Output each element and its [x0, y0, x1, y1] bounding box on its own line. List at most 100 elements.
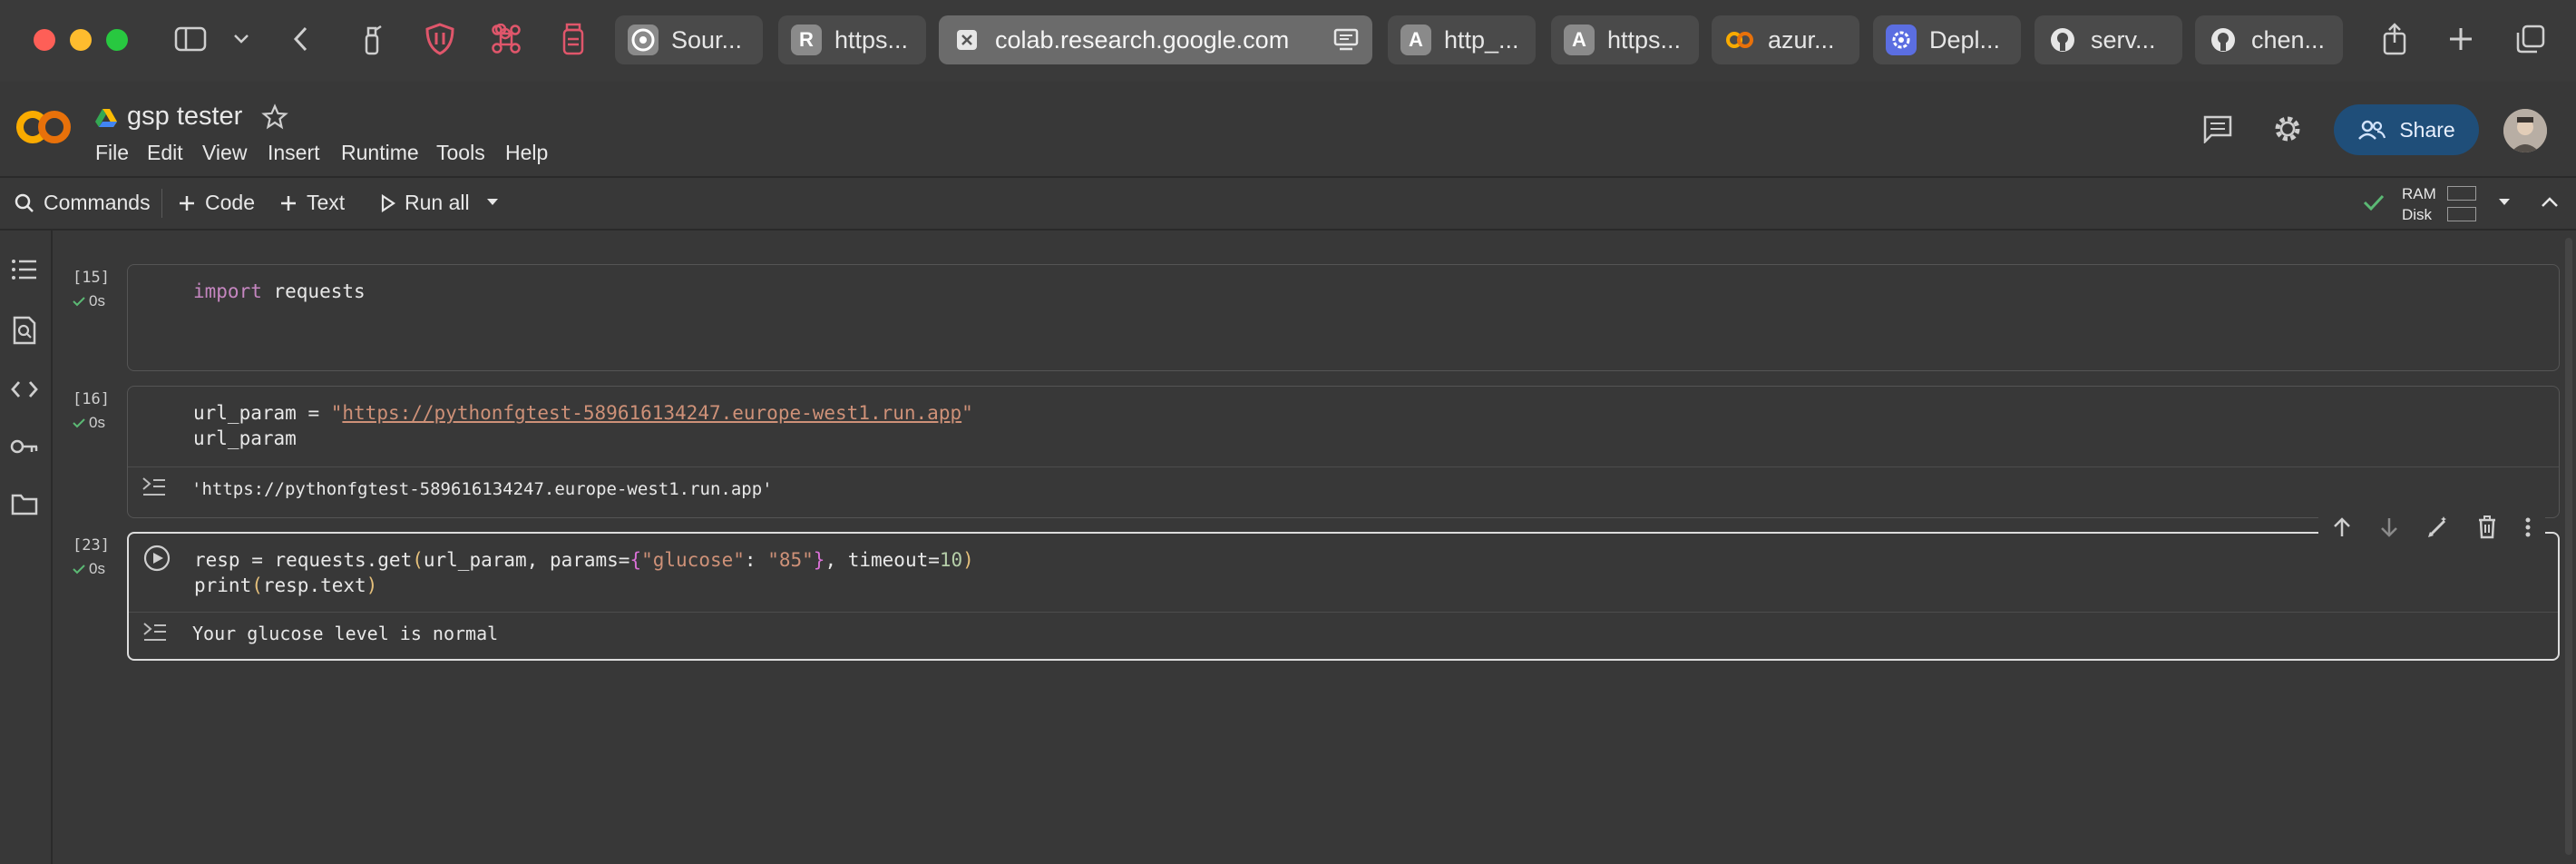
secrets-key-icon[interactable]	[7, 429, 42, 464]
execution-count: [23]	[73, 536, 110, 555]
more-options-icon[interactable]	[2524, 516, 2532, 538]
browser-tab-bar: Sour... R https... colab.research.google…	[0, 0, 2576, 82]
browser-tab[interactable]: Sour...	[615, 15, 763, 64]
code-url-link[interactable]: https://pythonfgtest-589616134247.europe…	[342, 402, 961, 424]
run-all-label: Run all	[405, 191, 470, 214]
colab-logo[interactable]	[15, 107, 73, 147]
delete-trash-icon[interactable]	[2477, 515, 2497, 539]
code-editor[interactable]: url_param = "https://pythonfgtest-589616…	[193, 400, 973, 451]
commands-button[interactable]: Commands	[15, 191, 151, 215]
notebook-title[interactable]: gsp tester	[127, 102, 242, 132]
collapse-header-icon[interactable]	[2540, 194, 2560, 209]
menu-edit[interactable]: Edit	[147, 141, 183, 165]
avatar[interactable]	[2503, 109, 2547, 152]
cell-action-toolbar	[2318, 510, 2545, 545]
notebook-toolbar: Commands Code Text Run all RAM Disk	[0, 178, 2576, 231]
add-text-button[interactable]: Text	[279, 191, 345, 215]
check-icon	[73, 565, 85, 574]
resource-monitor[interactable]: RAM Disk	[2402, 182, 2493, 225]
execution-time: 0s	[73, 292, 105, 310]
browser-tab[interactable]: chen...	[2195, 15, 2343, 64]
back-icon[interactable]	[283, 21, 319, 57]
tab-label: colab.research.google.com	[995, 25, 1290, 54]
jar-icon[interactable]	[555, 21, 591, 57]
browser-tab[interactable]: Depl...	[1873, 15, 2021, 64]
code-cell[interactable]: url_param = "https://pythonfgtest-589616…	[127, 386, 2560, 518]
menu-insert[interactable]: Insert	[268, 141, 320, 165]
tab-label: serv...	[2091, 25, 2156, 54]
people-icon	[2358, 120, 2386, 140]
add-code-button[interactable]: Code	[178, 191, 255, 215]
sidebar-toggle-icon[interactable]	[172, 21, 209, 57]
text-label: Text	[307, 191, 346, 214]
tab-overview-icon[interactable]	[2513, 21, 2549, 57]
new-tab-icon[interactable]	[2443, 21, 2479, 57]
settings-gear-icon[interactable]	[2272, 113, 2303, 144]
find-replace-icon[interactable]	[7, 313, 42, 348]
code-token: , timeout=	[825, 549, 940, 571]
command-icon[interactable]	[488, 21, 524, 57]
browser-tab-active[interactable]: colab.research.google.com	[939, 15, 1372, 64]
output-divider	[128, 466, 2559, 467]
execution-time-label: 0s	[89, 560, 105, 577]
gear-icon	[1886, 25, 1917, 55]
comment-icon[interactable]	[2202, 114, 2233, 143]
shield-icon[interactable]	[422, 21, 458, 57]
code-snippets-icon[interactable]	[7, 372, 42, 407]
share-icon[interactable]	[2376, 21, 2413, 57]
browser-tab[interactable]: R https...	[778, 15, 926, 64]
share-button[interactable]: Share	[2334, 104, 2479, 155]
resource-dropdown-icon[interactable]	[2498, 198, 2511, 207]
r-favicon-icon: R	[791, 25, 822, 55]
reader-mode-icon[interactable]	[1332, 28, 1360, 52]
commands-label: Commands	[44, 191, 151, 214]
code-cell[interactable]: import requests	[127, 264, 2560, 371]
move-cell-down-icon[interactable]	[2379, 516, 2399, 538]
browser-tab[interactable]: azur...	[1712, 15, 1859, 64]
cell-output: 'https://pythonfgtest-589616134247.europ…	[191, 479, 773, 499]
ram-label: RAM	[2402, 185, 2436, 202]
code-token: resp = requests.get	[194, 549, 413, 571]
close-window-button[interactable]	[34, 29, 55, 51]
menu-view[interactable]: View	[202, 141, 247, 165]
ram-bar	[2447, 186, 2476, 201]
menu-help[interactable]: Help	[505, 141, 548, 165]
code-token: print	[194, 574, 252, 596]
table-of-contents-icon[interactable]	[7, 252, 42, 287]
browser-tab[interactable]: A https...	[1551, 15, 1699, 64]
run-all-button[interactable]: Run all	[381, 191, 470, 215]
plus-icon	[180, 195, 194, 211]
code-cell-focused[interactable]: resp = requests.get(url_param, params={"…	[127, 532, 2560, 661]
execution-count: [16]	[73, 390, 110, 408]
execution-time-label: 0s	[89, 414, 105, 431]
output-actions-icon[interactable]	[141, 621, 169, 644]
browser-tab[interactable]: A http_...	[1388, 15, 1536, 64]
move-cell-up-icon[interactable]	[2332, 516, 2352, 538]
star-icon[interactable]	[261, 103, 288, 131]
output-actions-icon[interactable]	[141, 476, 168, 499]
files-folder-icon[interactable]	[7, 486, 42, 521]
browser-tab[interactable]: serv...	[2034, 15, 2182, 64]
menu-runtime[interactable]: Runtime	[341, 141, 419, 165]
cell-execution-info: [23] 0s	[73, 536, 110, 577]
minimize-window-button[interactable]	[70, 29, 92, 51]
edit-pencil-icon[interactable]	[2426, 515, 2450, 539]
maximize-window-button[interactable]	[106, 29, 128, 51]
code-token: url_param	[193, 402, 297, 424]
close-icon[interactable]	[951, 25, 982, 55]
code-editor[interactable]: import requests	[193, 279, 366, 304]
chevron-down-icon[interactable]	[223, 21, 259, 57]
a-favicon-icon: A	[1564, 25, 1595, 55]
play-icon	[381, 193, 395, 212]
a-favicon-icon: A	[1400, 25, 1431, 55]
menu-tools[interactable]: Tools	[436, 141, 485, 165]
spray-bottle-icon[interactable]	[354, 21, 390, 57]
colab-header: gsp tester File Edit View Insert Runtime…	[0, 82, 2576, 178]
plus-icon	[281, 195, 296, 211]
vertical-scrollbar[interactable]	[2565, 238, 2572, 855]
menu-file[interactable]: File	[95, 141, 129, 165]
run-cell-button[interactable]	[143, 545, 171, 572]
code-editor[interactable]: resp = requests.get(url_param, params={"…	[194, 547, 974, 598]
run-all-dropdown-icon[interactable]	[486, 198, 499, 207]
github-icon	[2208, 25, 2239, 55]
